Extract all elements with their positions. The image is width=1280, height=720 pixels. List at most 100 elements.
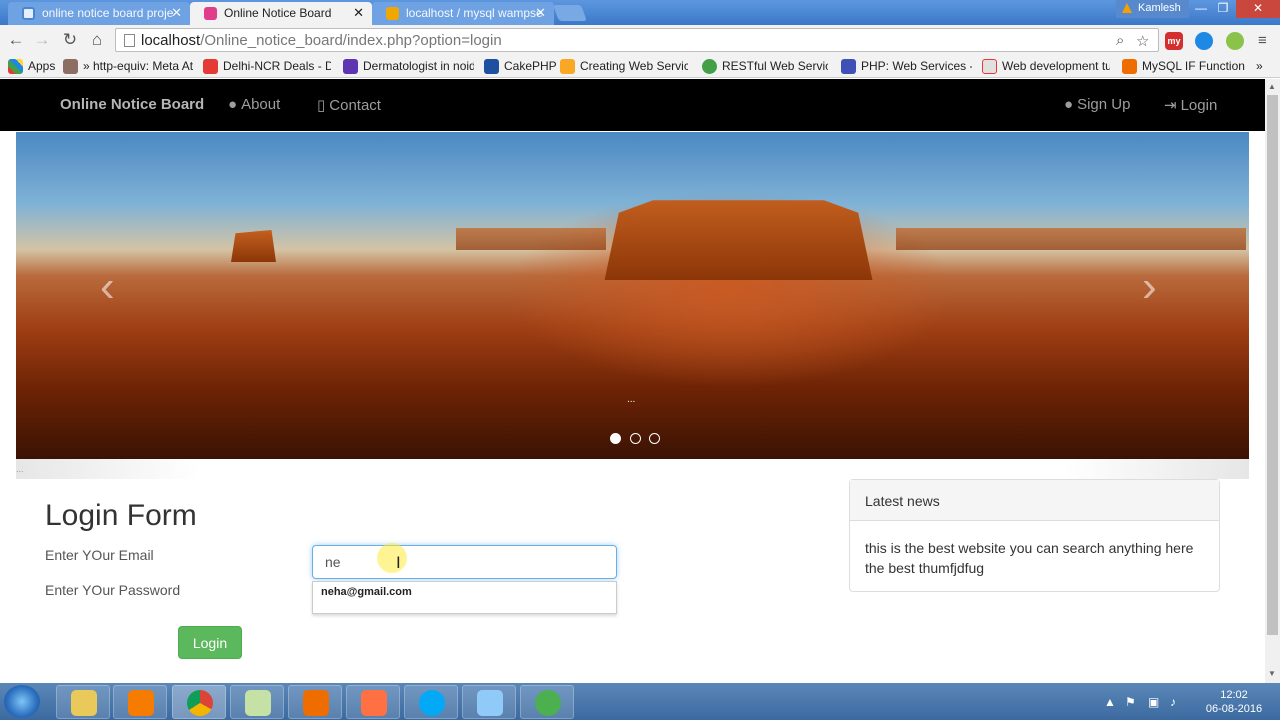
news-heading: Latest news <box>850 480 1219 521</box>
nav-sign-up[interactable]: ● Sign Up <box>1064 96 1130 113</box>
taskbar-media-player[interactable] <box>113 685 167 719</box>
cursor-highlight <box>377 543 407 573</box>
carousel-bottom-caption: ... <box>16 464 24 474</box>
carousel-indicator-2[interactable] <box>629 433 641 444</box>
tab-close-icon[interactable]: ✕ <box>171 2 182 24</box>
nav-about[interactable]: ● About <box>228 96 280 113</box>
login-icon: ⇥ <box>1164 97 1177 114</box>
bookmark-label: CakePHP <box>504 59 557 73</box>
carousel-caption: ... <box>627 394 636 405</box>
taskbar-explorer[interactable] <box>56 685 110 719</box>
carousel-next-button[interactable]: › <box>1142 262 1157 312</box>
login-button[interactable]: Login <box>178 626 242 659</box>
start-button[interactable] <box>4 685 40 718</box>
bookmark-favicon-icon <box>203 59 218 74</box>
carousel-indicator-3[interactable] <box>649 433 661 444</box>
bookmark-apps[interactable]: Apps <box>8 58 55 76</box>
notepad-icon <box>245 690 271 716</box>
bookmark-web-development[interactable]: Web development tut <box>982 58 1110 76</box>
profile-button[interactable]: Kamlesh <box>1116 0 1189 18</box>
tab-title: localhost / mysql wampse <box>406 6 543 20</box>
desert-mesa-image <box>604 200 873 280</box>
bookmark-favicon-icon <box>982 59 997 74</box>
tab-close-icon[interactable]: ✕ <box>535 2 546 24</box>
taskbar-clock[interactable]: 12:02 06-08-2016 <box>1200 688 1268 716</box>
site-brand[interactable]: Online Notice Board <box>60 96 204 113</box>
carousel-indicators <box>610 432 665 447</box>
back-button[interactable]: ← <box>5 29 27 51</box>
bookmark-cakephp[interactable]: CakePHP <box>484 58 557 76</box>
bookmark-php-web-services[interactable]: PHP: Web Services - N <box>841 58 972 76</box>
windows-taskbar: ▲ ⚑ ▣ ♪ <box>0 683 1280 720</box>
reload-button[interactable]: ↻ <box>59 29 81 51</box>
url-text[interactable]: localhost/Online_notice_board/index.php?… <box>141 31 502 50</box>
scroll-up-icon[interactable]: ▲ <box>1268 82 1276 91</box>
tab-online-notice-board[interactable]: Online Notice Board ✕ <box>190 2 372 25</box>
bookmark-restful[interactable]: RESTful Web Services <box>702 58 828 76</box>
menu-icon[interactable]: ≡ <box>1258 32 1267 49</box>
bookmark-label: MySQL IF Function <box>1142 59 1245 73</box>
bookmark-dermatologist[interactable]: Dermatologist in noid <box>343 58 474 76</box>
skype-extension-icon[interactable] <box>1195 32 1213 50</box>
taskbar-camtasia[interactable] <box>520 685 574 719</box>
page-scrollbar[interactable]: ▲ ▼ <box>1265 79 1280 683</box>
bookmark-favicon-icon <box>484 59 499 74</box>
bookmarks-bar: Apps » http-equiv: Meta At Delhi-NCR Dea… <box>0 55 1280 78</box>
tray-network-icon[interactable]: ▣ <box>1148 695 1159 709</box>
email-input[interactable] <box>312 545 617 579</box>
scroll-down-icon[interactable]: ▼ <box>1268 669 1276 678</box>
my-extension-icon[interactable]: my <box>1165 32 1183 50</box>
carousel-shadow: ... <box>16 459 1249 479</box>
media-player-icon <box>128 690 154 716</box>
scroll-thumb[interactable] <box>1267 95 1278 635</box>
bookmark-mysql-if[interactable]: MySQL IF Function <box>1122 58 1245 76</box>
autocomplete-option[interactable]: neha@gmail.com <box>321 586 412 598</box>
taskbar-chrome[interactable] <box>172 685 226 719</box>
tray-flag-icon[interactable]: ⚑ <box>1125 695 1136 709</box>
carousel-prev-button[interactable]: ‹ <box>100 262 115 312</box>
green-extension-icon[interactable] <box>1226 32 1244 50</box>
address-bar[interactable]: localhost/Online_notice_board/index.php?… <box>115 28 1159 52</box>
bookmark-star-icon[interactable]: ☆ <box>1136 32 1149 50</box>
zoom-icon[interactable]: ⌕ <box>1116 32 1124 49</box>
image-carousel: ‹ › ... <box>16 132 1249 459</box>
bookmark-deals[interactable]: Delhi-NCR Deals - Da <box>203 58 331 76</box>
close-window-button[interactable]: ✕ <box>1236 0 1280 18</box>
taskbar-skype[interactable] <box>404 685 458 719</box>
home-button[interactable]: ⌂ <box>86 29 108 51</box>
tray-expand-icon[interactable]: ▲ <box>1104 695 1116 709</box>
bookmark-favicon-icon <box>63 59 78 74</box>
bookmark-favicon-icon <box>560 59 575 74</box>
bookmark-label: RESTful Web Services <box>722 59 828 73</box>
taskbar-editor[interactable] <box>462 685 516 719</box>
nav-login[interactable]: ⇥ Login <box>1164 96 1217 114</box>
email-autocomplete-dropdown: neha@gmail.com <box>312 581 617 614</box>
tab-online-notice-board-project[interactable]: online notice board proje ✕ <box>8 2 190 25</box>
taskbar-capture[interactable] <box>346 685 400 719</box>
desert-butte-image <box>231 230 276 262</box>
nav-label: Sign Up <box>1077 96 1131 113</box>
nav-contact[interactable]: ▯ Contact <box>317 96 381 114</box>
url-host: localhost <box>141 32 201 49</box>
forward-button[interactable]: → <box>31 29 53 51</box>
carousel-indicator-1[interactable] <box>610 433 621 444</box>
bookmark-meta[interactable]: » http-equiv: Meta At <box>63 58 193 76</box>
taskbar-notepad[interactable] <box>230 685 284 719</box>
clock-time: 12:02 <box>1220 689 1248 701</box>
login-form-title: Login Form <box>45 499 197 532</box>
taskbar-app[interactable] <box>288 685 342 719</box>
recorder-icon <box>535 690 561 716</box>
apps-grid-icon <box>8 59 23 74</box>
maximize-button[interactable]: ❐ <box>1210 0 1236 18</box>
tab-close-icon[interactable]: ✕ <box>353 2 364 24</box>
warning-icon <box>1122 3 1132 13</box>
phpmyadmin-favicon-icon <box>386 7 399 20</box>
bookmark-creating-web-service[interactable]: Creating Web Service <box>560 58 688 76</box>
bookmarks-overflow-button[interactable]: » <box>1256 58 1263 76</box>
tray-volume-icon[interactable]: ♪ <box>1170 695 1176 709</box>
app-icon <box>303 690 329 716</box>
new-tab-button[interactable] <box>553 5 587 21</box>
clock-date: 06-08-2016 <box>1205 703 1263 715</box>
bookmark-label: Dermatologist in noid <box>363 59 474 73</box>
tab-phpmyadmin[interactable]: localhost / mysql wampse ✕ <box>372 2 554 25</box>
